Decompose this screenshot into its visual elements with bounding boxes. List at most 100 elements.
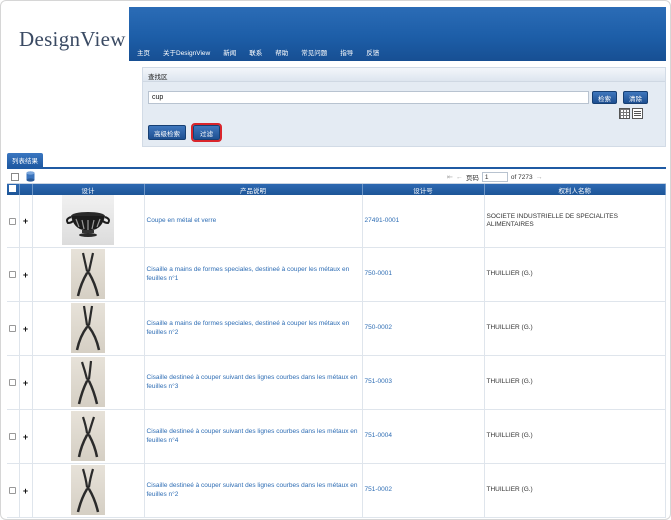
clear-button[interactable]: 清除 [623, 91, 648, 104]
designview-logo[interactable]: DesignView [19, 27, 126, 52]
description-link[interactable]: Cisaille a mains de formes speciales, de… [147, 266, 350, 281]
shear-image-icon [75, 305, 101, 350]
nav-news[interactable]: 新闻 [223, 47, 236, 57]
left-blank-area [7, 61, 129, 149]
table-row[interactable]: + Cisaille a mains de formes speciales, … [7, 301, 666, 356]
description-link[interactable]: Cisaille destineé à couper suivant des l… [147, 482, 358, 497]
row-checkbox-cell [7, 409, 20, 464]
database-icon[interactable] [26, 171, 35, 182]
search-panel-title: 查找区 [148, 74, 168, 81]
filter-button[interactable]: 过滤 [191, 123, 222, 142]
search-input[interactable] [148, 91, 589, 104]
row-description[interactable]: Cisaille destineé à couper suivant des l… [144, 409, 363, 464]
design-number-link[interactable]: 751-0003 [365, 378, 392, 385]
row-image-cell [32, 195, 145, 248]
nav-contact[interactable]: 联系 [249, 47, 262, 57]
row-number[interactable]: 751-0002 [362, 463, 485, 518]
design-number-link[interactable]: 750-0002 [365, 324, 392, 331]
select-all-checkbox[interactable] [11, 173, 19, 181]
cup-thumbnail[interactable] [62, 195, 114, 245]
design-number-link[interactable]: 751-0002 [365, 486, 392, 493]
row-checkbox[interactable] [9, 379, 17, 386]
nav-faq[interactable]: 常见问题 [301, 47, 327, 57]
table-row[interactable]: + Coupe en métal et verre 27491-0001 SOC… [7, 195, 666, 248]
table-row[interactable]: + Cisaille destineé à couper suivant des… [7, 355, 666, 410]
row-description[interactable]: Cisaille a mains de formes speciales, de… [144, 247, 363, 302]
header-design-number[interactable]: 设计号 [362, 184, 485, 195]
holder-name: THUILLIER (G.) [486, 270, 533, 278]
shear-thumbnail[interactable] [71, 410, 105, 461]
table-row[interactable]: + Cisaille destineé à couper suivant des… [7, 409, 666, 464]
table-row[interactable]: + Cisaille a mains de formes speciales, … [7, 247, 666, 302]
table-row[interactable]: + Cisaille destineé à couper suivant des… [7, 463, 666, 518]
advanced-search-button[interactable]: 高级检索 [148, 125, 186, 140]
nav-about[interactable]: 关于DesignView [163, 47, 210, 57]
design-number-link[interactable]: 751-0004 [365, 432, 392, 439]
expand-plus-icon[interactable]: + [22, 216, 30, 226]
row-description[interactable]: Cisaille destineé à couper suivant des l… [144, 355, 363, 410]
shear-thumbnail[interactable] [71, 464, 105, 515]
row-checkbox-cell [7, 301, 20, 356]
holder-name: THUILLIER (G.) [486, 486, 533, 494]
row-checkbox[interactable] [9, 433, 17, 440]
shear-image-icon [77, 416, 99, 457]
nav-guide[interactable]: 指导 [340, 47, 353, 57]
shear-thumbnail[interactable] [71, 248, 105, 299]
row-image-cell [32, 409, 145, 464]
row-image-cell [32, 301, 145, 356]
design-number-link[interactable]: 750-0001 [365, 270, 392, 277]
header-design[interactable]: 设计 [32, 184, 145, 195]
shear-image-icon [76, 468, 100, 512]
expand-plus-icon[interactable]: + [22, 432, 30, 442]
row-number[interactable]: 751-0003 [362, 355, 485, 410]
description-link[interactable]: Cisaille destineé à couper suivant des l… [147, 374, 358, 389]
expand-plus-icon[interactable]: + [22, 324, 30, 334]
header-expand-cell [19, 184, 33, 195]
row-checkbox[interactable] [9, 487, 17, 494]
grid-view-icon[interactable] [619, 108, 630, 119]
nav-help[interactable]: 帮助 [275, 47, 288, 57]
tab-underline [7, 167, 666, 169]
row-holder: THUILLIER (G.) [484, 409, 666, 464]
shear-thumbnail[interactable] [71, 356, 105, 407]
shear-thumbnail[interactable] [71, 302, 105, 353]
tab-list-results[interactable]: 列表结果 [7, 153, 43, 167]
row-description[interactable]: Cisaille destineé à couper suivant des l… [144, 463, 363, 518]
header-checkbox[interactable] [9, 185, 17, 192]
header-holder-name[interactable]: 权利人名称 [484, 184, 666, 195]
description-link[interactable]: Cisaille a mains de formes speciales, de… [147, 320, 350, 335]
header-checkbox-cell [7, 184, 20, 195]
row-holder: THUILLIER (G.) [484, 301, 666, 356]
row-checkbox[interactable] [9, 325, 17, 332]
next-page-icon[interactable]: → [536, 174, 543, 181]
first-page-icon[interactable]: ⇤ [447, 173, 453, 181]
row-checkbox-cell [7, 355, 20, 410]
page-number-input[interactable] [481, 172, 508, 182]
list-view-icon[interactable] [632, 108, 643, 119]
row-checkbox[interactable] [9, 271, 17, 278]
row-description[interactable]: Coupe en métal et verre [144, 195, 363, 248]
prev-page-icon[interactable]: ← [456, 174, 463, 181]
expand-plus-icon[interactable]: + [22, 486, 30, 496]
expand-plus-icon[interactable]: + [22, 270, 30, 280]
row-number[interactable]: 750-0001 [362, 247, 485, 302]
description-link[interactable]: Cisaille destineé à couper suivant des l… [147, 428, 358, 443]
nav-home[interactable]: 主页 [137, 47, 150, 57]
row-holder: THUILLIER (G.) [484, 247, 666, 302]
shear-image-icon [76, 252, 100, 296]
nav-feedback[interactable]: 反馈 [366, 47, 379, 57]
row-checkbox[interactable] [9, 217, 17, 225]
search-button[interactable]: 检索 [592, 91, 617, 104]
top-nav: 主页 关于DesignView 新闻 联系 帮助 常见问题 指导 反馈 [137, 47, 379, 57]
row-number[interactable]: 27491-0001 [362, 195, 485, 248]
description-link[interactable]: Coupe en métal et verre [147, 217, 217, 224]
header-product-description[interactable]: 产品说明 [144, 184, 363, 195]
table-header-row: 设计 产品说明 设计号 权利人名称 [7, 184, 666, 195]
design-number-link[interactable]: 27491-0001 [365, 217, 400, 224]
header-banner: 主页 关于DesignView 新闻 联系 帮助 常见问题 指导 反馈 [129, 7, 666, 61]
expand-plus-icon[interactable]: + [22, 378, 30, 388]
row-description[interactable]: Cisaille a mains de formes speciales, de… [144, 301, 363, 356]
row-number[interactable]: 751-0004 [362, 409, 485, 464]
row-number[interactable]: 750-0002 [362, 301, 485, 356]
row-expand-cell: + [19, 463, 33, 518]
